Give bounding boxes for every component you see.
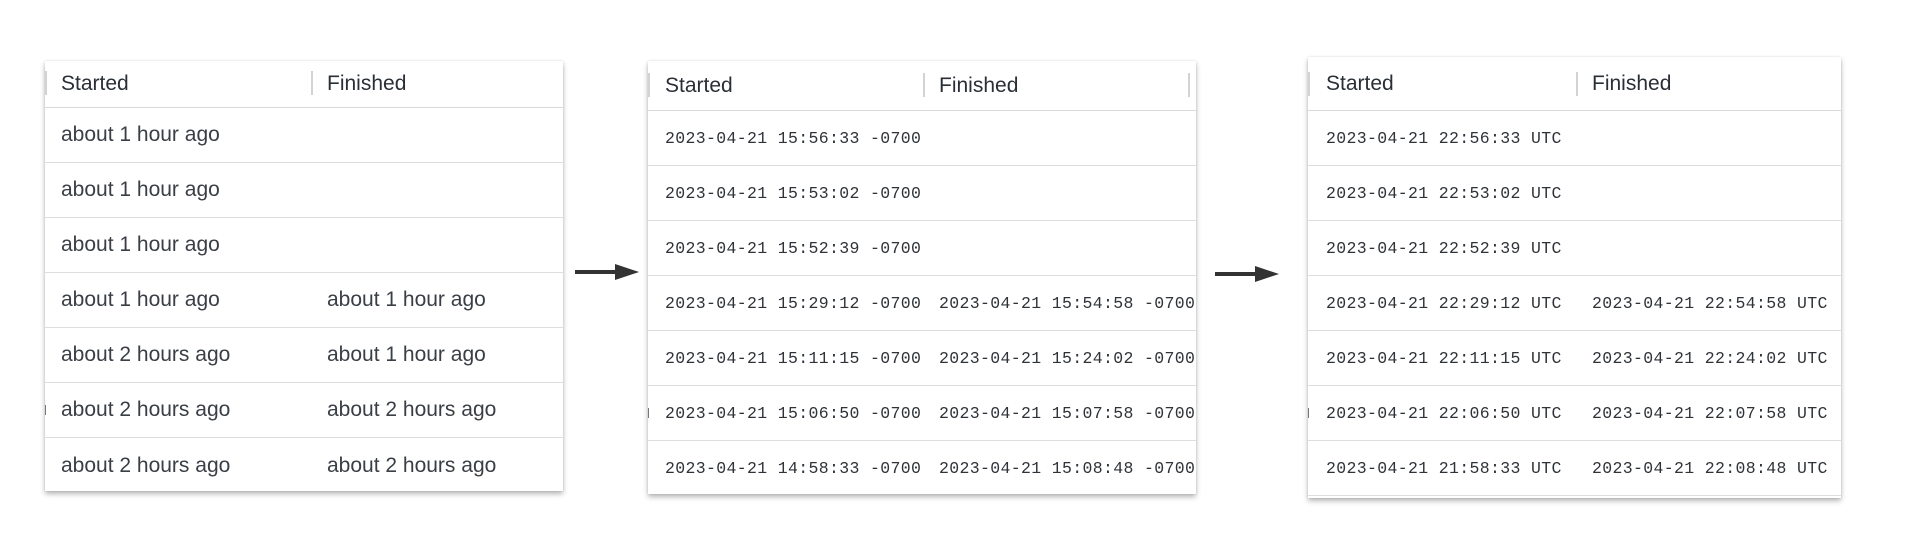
table-row[interactable]: about 1 hour ago about 1 hour ago [45,273,563,328]
cell-started: 2023-04-21 15:29:12 -0700 [665,293,922,313]
table-row[interactable]: about 1 hour ago [45,108,563,163]
table-row[interactable]: about 2 hours ago about 1 hour ago [45,328,563,383]
column-resize-handle[interactable] [1188,73,1190,97]
column-resize-handle[interactable] [648,73,650,97]
column-header-started[interactable]: Started [665,61,733,110]
cell-started: about 1 hour ago [61,123,220,146]
row-edge-marker [45,405,46,415]
table-row[interactable]: about 2 hours ago about 2 hours ago [45,438,563,491]
cell-started: 2023-04-21 22:53:02 UTC [1326,183,1562,203]
cell-finished: 2023-04-21 22:54:58 UTC [1592,293,1828,313]
table-header: Started Finished [648,61,1196,111]
column-resize-handle[interactable] [1576,72,1578,96]
column-header-finished[interactable]: Finished [327,61,406,107]
cell-finished: about 1 hour ago [327,288,486,311]
table-row[interactable]: 2023-04-21 22:06:50 UTC 2023-04-21 22:07:… [1308,386,1841,441]
cell-finished: about 2 hours ago [327,398,497,421]
cell-started: 2023-04-21 22:06:50 UTC [1326,403,1562,423]
table-row[interactable]: 2023-04-21 15:11:15 -0700 2023-04-21 15:2… [648,331,1196,386]
cell-started: about 2 hours ago [61,343,231,366]
right-arrow-icon [1215,266,1279,282]
cell-started: 2023-04-21 22:11:15 UTC [1326,348,1562,368]
cell-finished: 2023-04-21 15:07:58 -0700 [939,403,1196,423]
cell-started: 2023-04-21 21:58:33 UTC [1326,458,1562,478]
column-resize-handle[interactable] [1308,72,1310,96]
cell-started: 2023-04-21 15:11:15 -0700 [665,348,922,368]
cell-started: 2023-04-21 14:58:33 -0700 [665,459,922,478]
cell-started: 2023-04-21 15:52:39 -0700 [665,238,922,258]
cell-started: about 1 hour ago [61,288,220,311]
table-row[interactable]: 2023-04-21 15:56:33 -0700 [648,111,1196,166]
cell-started: 2023-04-21 15:06:50 -0700 [665,403,922,423]
table-row[interactable]: about 1 hour ago [45,163,563,218]
table-row[interactable]: 2023-04-21 22:53:02 UTC [1308,166,1841,221]
cell-finished: 2023-04-21 15:54:58 -0700 [939,293,1196,313]
table-header: Started Finished [45,61,563,108]
column-resize-handle[interactable] [45,71,47,95]
table-panel-utc: Started Finished 2023-04-21 22:56:33 UTC… [1308,57,1841,498]
cell-finished: 2023-04-21 15:24:02 -0700 [939,348,1196,368]
cell-finished: 2023-04-21 22:24:02 UTC [1592,348,1828,368]
cell-started: about 1 hour ago [61,178,220,201]
table-row[interactable]: 2023-04-21 15:52:39 -0700 [648,221,1196,276]
table-panel-relative: Started Finished about 1 hour ago about … [45,61,563,491]
table-row[interactable]: 2023-04-21 22:56:33 UTC [1308,111,1841,166]
table-row[interactable]: 2023-04-21 15:53:02 -0700 [648,166,1196,221]
row-edge-marker [1308,408,1309,418]
column-resize-handle[interactable] [923,73,925,97]
column-header-finished[interactable]: Finished [939,61,1018,110]
cell-finished: about 2 hours ago [327,453,497,477]
cell-started: about 1 hour ago [61,233,220,256]
cell-started: 2023-04-21 15:53:02 -0700 [665,183,922,203]
table-row[interactable]: 2023-04-21 14:58:33 -0700 2023-04-21 15:0… [648,441,1196,494]
cell-started: about 2 hours ago [61,398,231,421]
table-panel-local: Started Finished 2023-04-21 15:56:33 -07… [648,61,1196,494]
cell-started: 2023-04-21 22:29:12 UTC [1326,293,1562,313]
cell-started: about 2 hours ago [61,453,231,477]
cell-finished: about 1 hour ago [327,343,486,366]
cell-started: 2023-04-21 15:56:33 -0700 [665,128,922,148]
table-row[interactable]: about 1 hour ago [45,218,563,273]
table-row[interactable]: 2023-04-21 22:11:15 UTC 2023-04-21 22:24:… [1308,331,1841,386]
column-header-started[interactable]: Started [1326,57,1394,110]
column-header-finished[interactable]: Finished [1592,57,1671,110]
cell-started: 2023-04-21 22:56:33 UTC [1326,128,1562,148]
cell-finished: 2023-04-21 15:08:48 -0700 [939,459,1196,478]
column-resize-handle[interactable] [311,71,313,95]
right-arrow-icon [575,264,639,280]
row-edge-marker [648,408,649,418]
table-row[interactable]: 2023-04-21 15:06:50 -0700 2023-04-21 15:0… [648,386,1196,441]
table-row[interactable]: 2023-04-21 21:58:33 UTC 2023-04-21 22:08:… [1308,441,1841,496]
cell-finished: 2023-04-21 22:08:48 UTC [1592,458,1828,478]
table-row[interactable]: 2023-04-21 22:52:39 UTC [1308,221,1841,276]
table-row[interactable]: 2023-04-21 15:29:12 -0700 2023-04-21 15:5… [648,276,1196,331]
table-row[interactable]: 2023-04-21 22:29:12 UTC 2023-04-21 22:54:… [1308,276,1841,331]
column-header-started[interactable]: Started [61,61,129,107]
table-header: Started Finished [1308,57,1841,111]
cell-started: 2023-04-21 22:52:39 UTC [1326,238,1562,258]
table-row[interactable]: about 2 hours ago about 2 hours ago [45,383,563,438]
cell-finished: 2023-04-21 22:07:58 UTC [1592,403,1828,423]
